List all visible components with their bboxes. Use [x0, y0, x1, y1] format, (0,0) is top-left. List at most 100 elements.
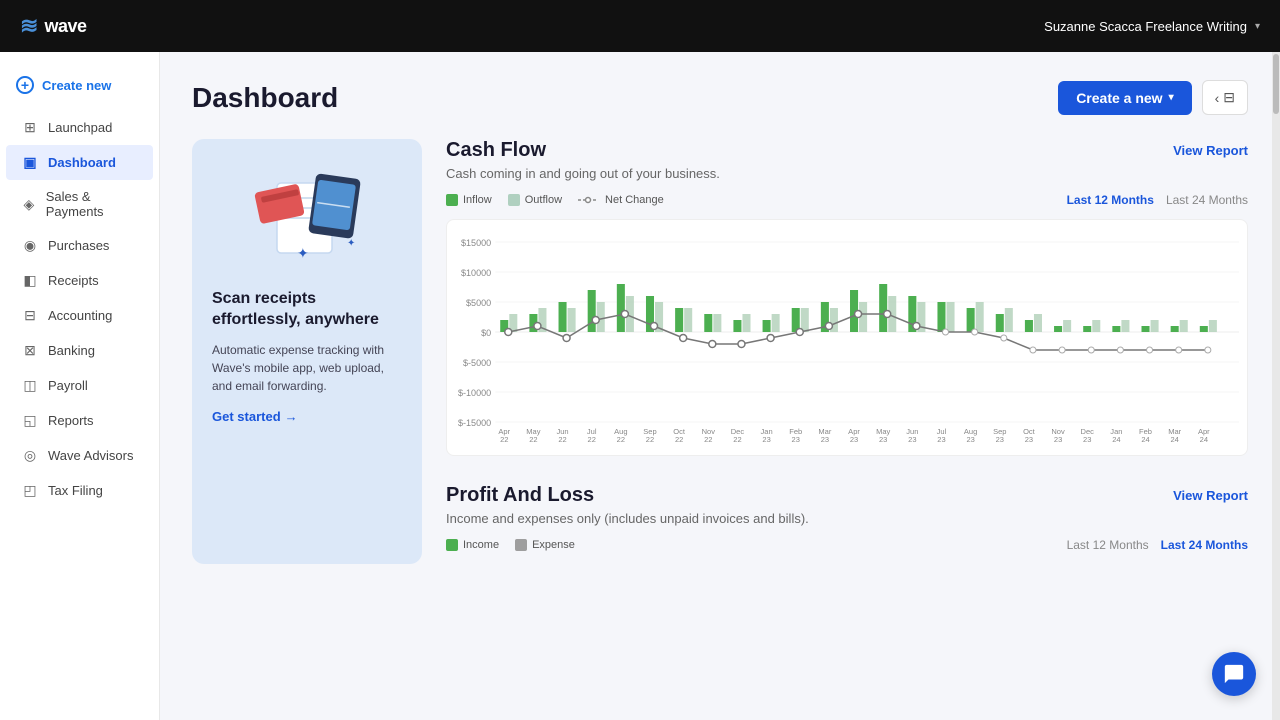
svg-text:23: 23	[937, 435, 945, 442]
content-row: ✦ ✦ Scan receipts effortlessly, anywhere…	[192, 139, 1248, 564]
cash-flow-chart-svg: $15000 $10000 $5000 $0 $-5000 $-10000 $-…	[455, 232, 1239, 442]
svg-text:23: 23	[821, 435, 829, 442]
logo: ≋ wave	[20, 13, 86, 39]
sidebar-item-label: Sales & Payments	[46, 189, 137, 219]
svg-text:✦: ✦	[297, 245, 309, 261]
sidebar-item-label: Wave Advisors	[48, 448, 134, 463]
svg-text:22: 22	[733, 435, 741, 442]
net-change-label: Net Change	[605, 194, 664, 206]
cash-flow-legend: Inflow Outflow Net Change	[446, 194, 1047, 206]
svg-text:$0: $0	[481, 328, 491, 338]
svg-text:22: 22	[617, 435, 625, 442]
create-new-label: Create new	[42, 78, 111, 93]
legend-outflow: Outflow	[508, 194, 562, 206]
inflow-label: Inflow	[463, 194, 492, 206]
reports-icon: ◱	[22, 412, 38, 429]
chart-filters: Inflow Outflow Net Change	[446, 193, 1248, 207]
profit-loss-title: Profit And Loss	[446, 484, 594, 507]
svg-text:$5000: $5000	[466, 298, 491, 308]
main-content: Dashboard Create a new ▾ ‹ ⊟	[160, 52, 1280, 720]
nav-grid-icon: ⊟	[1223, 89, 1235, 106]
svg-text:22: 22	[588, 435, 596, 442]
sidebar-item-label: Purchases	[48, 238, 109, 253]
profit-loss-time-filters: Last 12 Months Last 24 Months	[1067, 538, 1248, 552]
scrollbar[interactable]	[1272, 52, 1280, 720]
sidebar-item-reports[interactable]: ◱ Reports	[6, 403, 153, 438]
sidebar-item-label: Tax Filing	[48, 483, 103, 498]
wave-advisors-icon: ◎	[22, 447, 38, 464]
promo-link-arrow-icon: →	[285, 409, 298, 424]
account-selector[interactable]: Suzanne Scacca Freelance Writing ▾	[1044, 19, 1260, 34]
svg-text:22: 22	[675, 435, 683, 442]
sidebar-item-banking[interactable]: ⊠ Banking	[6, 333, 153, 368]
expense-color	[515, 539, 527, 551]
legend-income: Income	[446, 539, 499, 551]
top-bar: ≋ wave Suzanne Scacca Freelance Writing …	[0, 0, 1280, 52]
accounting-icon: ⊟	[22, 307, 38, 324]
chat-button[interactable]	[1212, 652, 1256, 696]
header-actions: Create a new ▾ ‹ ⊟	[1058, 80, 1248, 115]
cash-flow-description: Cash coming in and going out of your bus…	[446, 166, 1248, 181]
plus-icon: +	[16, 76, 34, 94]
promo-get-started-link[interactable]: Get started →	[212, 409, 402, 424]
svg-text:23: 23	[966, 435, 974, 442]
create-new-button[interactable]: Create a new ▾	[1058, 81, 1191, 115]
promo-card: ✦ ✦ Scan receipts effortlessly, anywhere…	[192, 139, 422, 564]
logo-icon: ≋	[20, 13, 38, 39]
svg-text:✦: ✦	[347, 238, 355, 249]
page-header: Dashboard Create a new ▾ ‹ ⊟	[192, 80, 1248, 115]
inflow-color	[446, 194, 458, 206]
sidebar-item-tax-filing[interactable]: ◰ Tax Filing	[6, 473, 153, 508]
create-new-chevron-icon: ▾	[1169, 92, 1174, 103]
cash-flow-section: Cash Flow View Report Cash coming in and…	[446, 139, 1248, 564]
svg-text:22: 22	[646, 435, 654, 442]
profit-loss-last-12-months[interactable]: Last 12 Months	[1067, 538, 1149, 552]
cash-flow-last-24-months[interactable]: Last 24 Months	[1166, 193, 1248, 207]
sidebar-item-label: Launchpad	[48, 120, 112, 135]
sidebar-item-wave-advisors[interactable]: ◎ Wave Advisors	[6, 438, 153, 473]
sidebar-item-label: Payroll	[48, 378, 88, 393]
cash-flow-view-report-link[interactable]: View Report	[1173, 143, 1248, 158]
svg-text:23: 23	[762, 435, 770, 442]
promo-illustration: ✦ ✦	[212, 163, 402, 273]
sidebar-item-label: Banking	[48, 343, 95, 358]
profit-loss-description: Income and expenses only (includes unpai…	[446, 511, 1248, 526]
payroll-icon: ◫	[22, 377, 38, 394]
sidebar-item-launchpad[interactable]: ⊞ Launchpad	[6, 110, 153, 145]
svg-text:23: 23	[850, 435, 858, 442]
svg-text:23: 23	[1083, 435, 1091, 442]
sidebar-item-purchases[interactable]: ◉ Purchases	[6, 228, 153, 263]
sidebar-item-sales[interactable]: ◈ Sales & Payments	[6, 180, 153, 228]
svg-text:23: 23	[996, 435, 1004, 442]
cash-flow-header: Cash Flow View Report	[446, 139, 1248, 162]
sidebar-create-new[interactable]: + Create new	[0, 68, 159, 110]
promo-title: Scan receipts effortlessly, anywhere	[212, 289, 402, 331]
svg-text:22: 22	[704, 435, 712, 442]
svg-text:$15000: $15000	[461, 238, 491, 248]
promo-link-text: Get started	[212, 409, 281, 424]
sidebar-item-receipts[interactable]: ◧ Receipts	[6, 263, 153, 298]
cash-flow-last-12-months[interactable]: Last 12 Months	[1067, 193, 1154, 207]
outflow-label: Outflow	[525, 194, 562, 206]
purchases-icon: ◉	[22, 237, 38, 254]
svg-text:23: 23	[1025, 435, 1033, 442]
sidebar-item-accounting[interactable]: ⊟ Accounting	[6, 298, 153, 333]
sidebar-item-label: Accounting	[48, 308, 112, 323]
svg-text:22: 22	[500, 435, 508, 442]
svg-text:23: 23	[908, 435, 916, 442]
promo-description: Automatic expense tracking with Wave's m…	[212, 341, 402, 395]
profit-loss-header: Profit And Loss View Report	[446, 484, 1248, 507]
outflow-color	[508, 194, 520, 206]
profit-loss-view-report-link[interactable]: View Report	[1173, 488, 1248, 503]
sidebar-item-dashboard[interactable]: ▣ Dashboard	[6, 145, 153, 180]
banking-icon: ⊠	[22, 342, 38, 359]
nav-back-button[interactable]: ‹ ⊟	[1202, 80, 1248, 115]
account-name: Suzanne Scacca Freelance Writing	[1044, 19, 1247, 34]
svg-text:24: 24	[1200, 435, 1208, 442]
dashboard-icon: ▣	[22, 154, 38, 171]
launchpad-icon: ⊞	[22, 119, 38, 136]
svg-text:$-15000: $-15000	[458, 418, 491, 428]
profit-loss-last-24-months[interactable]: Last 24 Months	[1161, 538, 1248, 552]
sidebar-item-payroll[interactable]: ◫ Payroll	[6, 368, 153, 403]
svg-text:22: 22	[529, 435, 537, 442]
